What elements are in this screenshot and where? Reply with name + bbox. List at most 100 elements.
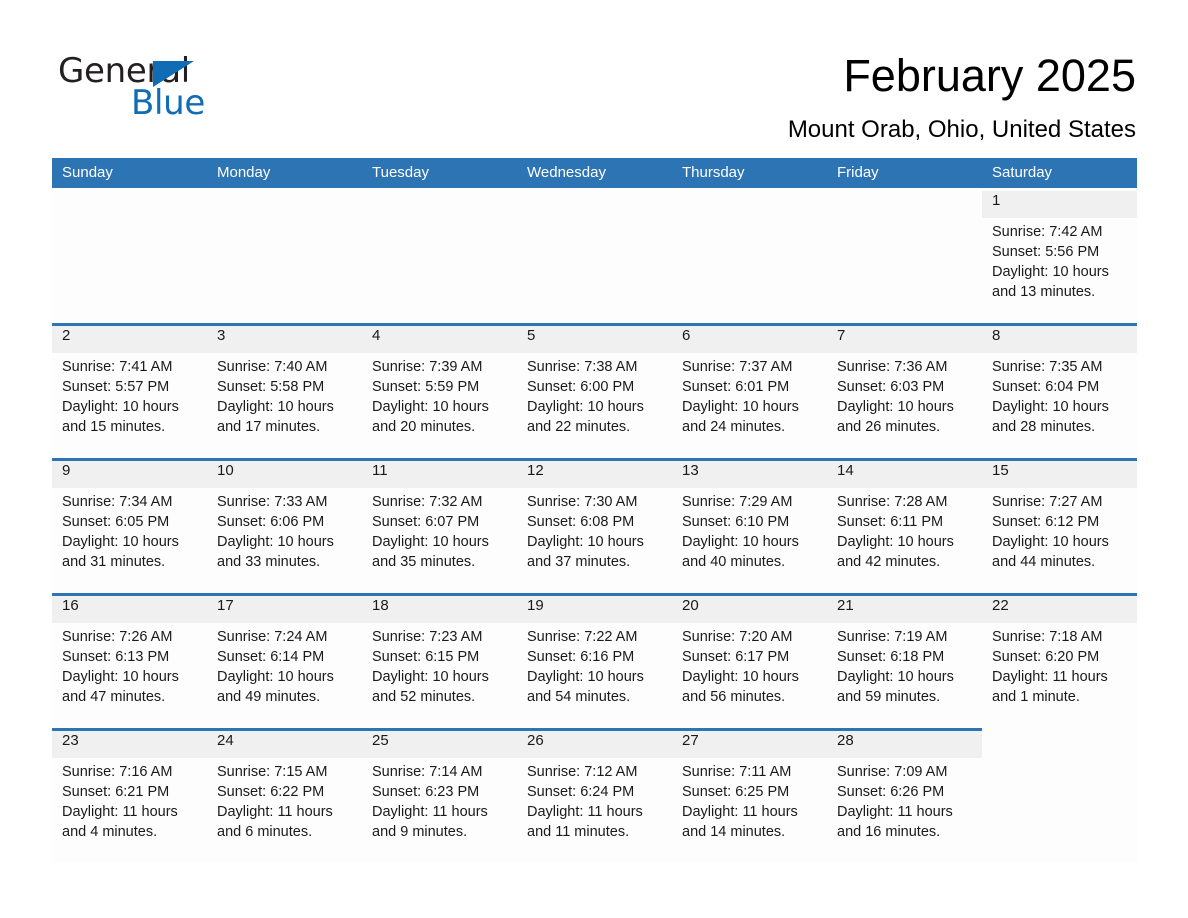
day-number: 11 [372,462,388,479]
day-number: 25 [372,732,389,749]
calendar-day-cell[interactable]: 25 Sunrise: 7:14 AM Sunset: 6:23 PM Dayligh… [362,728,517,863]
day-number: 18 [372,597,389,614]
daylight-text-line1: Daylight: 10 hours [527,399,644,415]
date-strip [52,326,207,353]
daylight-text-line1: Daylight: 10 hours [527,534,644,550]
day-sun-info: Sunrise: 7:34 AM Sunset: 6:05 PM Daylight:… [62,492,201,572]
calendar-day-cell[interactable]: 18 Sunrise: 7:23 AM Sunset: 6:15 PM Dayligh… [362,593,517,728]
date-strip [52,191,207,218]
day-sun-info: Sunrise: 7:28 AM Sunset: 6:11 PM Daylight:… [837,492,976,572]
calendar-day-cell-empty [672,188,827,323]
calendar-day-cell[interactable]: 26 Sunrise: 7:12 AM Sunset: 6:24 PM Dayligh… [517,728,672,863]
day-sun-info: Sunrise: 7:19 AM Sunset: 6:18 PM Daylight:… [837,627,976,707]
sunrise-text: Sunrise: 7:40 AM [217,359,328,375]
weekday-header-wednesday: Wednesday [527,164,606,181]
calendar-day-cell[interactable]: 24 Sunrise: 7:15 AM Sunset: 6:22 PM Dayligh… [207,728,362,863]
calendar-day-cell[interactable]: 8 Sunrise: 7:35 AM Sunset: 6:04 PM Daylight… [982,323,1137,458]
daylight-text-line2: and 9 minutes. [372,824,468,840]
sunrise-text: Sunrise: 7:26 AM [62,629,173,645]
daylight-text-line2: and 52 minutes. [372,689,476,705]
calendar-day-cell[interactable]: 6 Sunrise: 7:37 AM Sunset: 6:01 PM Daylight… [672,323,827,458]
day-number: 13 [682,462,699,479]
calendar-day-cell[interactable]: 1 Sunrise: 7:42 AM Sunset: 5:56 PM Daylight… [982,188,1137,323]
daylight-text-line2: and 4 minutes. [62,824,158,840]
calendar-day-cell[interactable]: 9 Sunrise: 7:34 AM Sunset: 6:05 PM Daylight… [52,458,207,593]
daylight-text-line2: and 47 minutes. [62,689,166,705]
daylight-text-line1: Daylight: 10 hours [372,399,489,415]
daylight-text-line1: Daylight: 11 hours [527,804,643,820]
day-number: 19 [527,597,544,614]
calendar-day-cell[interactable]: 23 Sunrise: 7:16 AM Sunset: 6:21 PM Dayligh… [52,728,207,863]
calendar-day-cell[interactable]: 14 Sunrise: 7:28 AM Sunset: 6:11 PM Dayligh… [827,458,982,593]
calendar-day-cell[interactable]: 15 Sunrise: 7:27 AM Sunset: 6:12 PM Dayligh… [982,458,1137,593]
calendar-day-cell[interactable]: 21 Sunrise: 7:19 AM Sunset: 6:18 PM Dayligh… [827,593,982,728]
sunrise-text: Sunrise: 7:24 AM [217,629,328,645]
calendar-day-cell[interactable]: 13 Sunrise: 7:29 AM Sunset: 6:10 PM Dayligh… [672,458,827,593]
calendar-day-cell[interactable]: 11 Sunrise: 7:32 AM Sunset: 6:07 PM Dayligh… [362,458,517,593]
calendar-day-cell[interactable]: 7 Sunrise: 7:36 AM Sunset: 6:03 PM Daylight… [827,323,982,458]
daylight-text-line2: and 33 minutes. [217,554,321,570]
calendar-day-cell-empty [517,188,672,323]
day-sun-info: Sunrise: 7:33 AM Sunset: 6:06 PM Daylight:… [217,492,356,572]
weekday-header-saturday: Saturday [992,164,1053,181]
date-strip [982,731,1137,758]
date-strip [672,191,827,218]
sunset-text: Sunset: 6:07 PM [372,514,480,530]
daylight-text-line1: Daylight: 11 hours [992,669,1108,685]
day-sun-info: Sunrise: 7:18 AM Sunset: 6:20 PM Daylight:… [992,627,1131,707]
sunrise-text: Sunrise: 7:41 AM [62,359,173,375]
sunset-text: Sunset: 6:23 PM [372,784,480,800]
daylight-text-line2: and 24 minutes. [682,419,786,435]
daylight-text-line2: and 6 minutes. [217,824,313,840]
daylight-text-line1: Daylight: 10 hours [992,264,1109,280]
daylight-text-line1: Daylight: 10 hours [217,534,334,550]
day-number: 2 [62,327,71,344]
day-sun-info: Sunrise: 7:27 AM Sunset: 6:12 PM Daylight:… [992,492,1131,572]
daylight-text-line1: Daylight: 10 hours [682,399,799,415]
date-strip [827,326,982,353]
sunset-text: Sunset: 6:00 PM [527,379,635,395]
date-strip [52,461,207,488]
calendar-day-cell[interactable]: 27 Sunrise: 7:11 AM Sunset: 6:25 PM Dayligh… [672,728,827,863]
calendar-day-cell[interactable]: 20 Sunrise: 7:20 AM Sunset: 6:17 PM Dayligh… [672,593,827,728]
calendar-week-row: 2 Sunrise: 7:41 AM Sunset: 5:57 PM Daylight… [52,323,1137,458]
sunset-text: Sunset: 6:17 PM [682,649,790,665]
date-strip [982,191,1137,218]
daylight-text-line1: Daylight: 10 hours [62,669,179,685]
sunset-text: Sunset: 6:26 PM [837,784,945,800]
calendar-day-cell[interactable]: 22 Sunrise: 7:18 AM Sunset: 6:20 PM Dayligh… [982,593,1137,728]
date-strip [672,326,827,353]
day-sun-info: Sunrise: 7:41 AM Sunset: 5:57 PM Daylight:… [62,357,201,437]
calendar-day-cell[interactable]: 12 Sunrise: 7:30 AM Sunset: 6:08 PM Dayligh… [517,458,672,593]
sunset-text: Sunset: 5:58 PM [217,379,325,395]
day-number: 23 [62,732,79,749]
page-subtitle-location: Mount Orab, Ohio, United States [787,116,1136,143]
sunrise-text: Sunrise: 7:23 AM [372,629,483,645]
calendar-day-cell[interactable]: 4 Sunrise: 7:39 AM Sunset: 5:59 PM Daylight… [362,323,517,458]
daylight-text-line2: and 22 minutes. [527,419,631,435]
daylight-text-line1: Daylight: 10 hours [527,669,644,685]
sunset-text: Sunset: 6:06 PM [217,514,325,530]
date-strip [207,191,362,218]
day-sun-info: Sunrise: 7:42 AM Sunset: 5:56 PM Daylight:… [992,222,1131,302]
calendar-day-cell[interactable]: 19 Sunrise: 7:22 AM Sunset: 6:16 PM Dayligh… [517,593,672,728]
sunset-text: Sunset: 5:57 PM [62,379,170,395]
calendar-day-cell[interactable]: 16 Sunrise: 7:26 AM Sunset: 6:13 PM Dayligh… [52,593,207,728]
daylight-text-line2: and 59 minutes. [837,689,941,705]
sunset-text: Sunset: 6:01 PM [682,379,790,395]
sunset-text: Sunset: 6:14 PM [217,649,325,665]
calendar-day-cell[interactable]: 10 Sunrise: 7:33 AM Sunset: 6:06 PM Dayligh… [207,458,362,593]
calendar-day-cell[interactable]: 5 Sunrise: 7:38 AM Sunset: 6:00 PM Daylight… [517,323,672,458]
day-number: 20 [682,597,699,614]
daylight-text-line1: Daylight: 10 hours [837,399,954,415]
calendar-day-cell[interactable]: 28 Sunrise: 7:09 AM Sunset: 6:26 PM Dayligh… [827,728,982,863]
calendar-day-cell[interactable]: 3 Sunrise: 7:40 AM Sunset: 5:58 PM Daylight… [207,323,362,458]
day-number: 9 [62,462,71,479]
calendar-day-cell[interactable]: 17 Sunrise: 7:24 AM Sunset: 6:14 PM Dayligh… [207,593,362,728]
daylight-text-line2: and 16 minutes. [837,824,941,840]
sunset-text: Sunset: 6:22 PM [217,784,325,800]
daylight-text-line2: and 37 minutes. [527,554,631,570]
day-number: 4 [372,327,381,344]
calendar-day-cell[interactable]: 2 Sunrise: 7:41 AM Sunset: 5:57 PM Daylight… [52,323,207,458]
calendar-day-cell-empty [362,188,517,323]
